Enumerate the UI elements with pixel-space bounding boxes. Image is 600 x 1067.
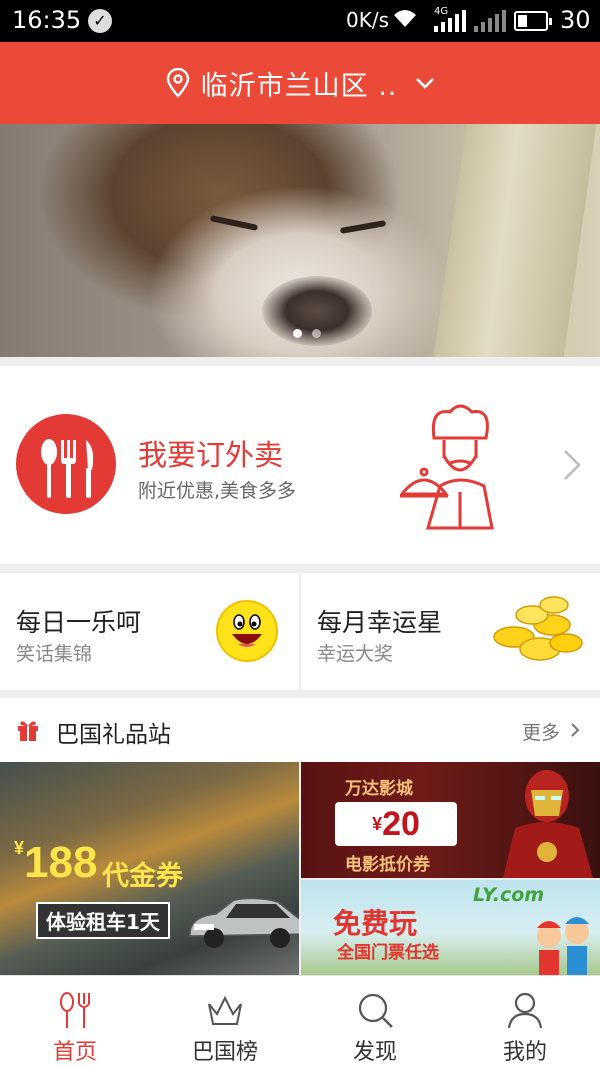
promo-price: ¥20 (335, 802, 457, 846)
chevron-right-icon (564, 450, 581, 480)
wifi-icon (392, 7, 418, 35)
tab-label: 发现 (352, 1040, 397, 1065)
promo-free-tickets[interactable]: LY.com 免费玩 全国门票任选 (301, 880, 600, 975)
status-bar: 16:35 ✓ 0K/s 4G 30 (0, 0, 600, 42)
promo-logo: LY.com (473, 884, 545, 906)
promo-title: 免费玩 (333, 907, 418, 940)
puppy-eye (339, 220, 387, 234)
tile-daily-joke[interactable]: 每日一乐呵 笑话集锦 (0, 573, 299, 690)
food-home-icon (60, 992, 90, 1028)
banner-carousel[interactable] (0, 124, 600, 357)
tile-subtitle: 幸运大奖 (317, 643, 394, 665)
carousel-dots (293, 329, 321, 338)
status-time: 16:35 (12, 6, 82, 34)
tab-label: 我的 (502, 1040, 547, 1065)
gift-icon (18, 721, 38, 741)
tile-title: 每月幸运星 (317, 608, 443, 637)
tab-ranking[interactable]: 巴国榜 (150, 976, 300, 1067)
user-icon (507, 992, 543, 1029)
chef-icon (400, 404, 494, 530)
takeout-subtitle: 附近优惠,美食多多 (138, 480, 297, 502)
puppy-eye (209, 215, 259, 231)
net-speed: 0K/s (346, 8, 389, 32)
signal-icon (434, 10, 466, 32)
bottom-tab-bar: 首页 巴国榜 发现 我的 (0, 975, 600, 1067)
iron-man-icon (503, 770, 593, 878)
chevron-down-icon (416, 78, 435, 89)
gift-section-header: 巴国礼品站 更多 (0, 698, 600, 762)
promo-car-rental[interactable]: ¥188 代金券 体验租车1天 (0, 762, 299, 975)
crown-icon (208, 995, 242, 1025)
more-link[interactable]: 更多 (522, 718, 560, 745)
tab-label: 首页 (52, 1040, 97, 1065)
battery-level: 30 (560, 6, 591, 34)
promo-brand: 万达影城 (345, 779, 413, 799)
promo-voucher-label: 代金券 (102, 861, 183, 892)
feature-tiles: 每日一乐呵 笑话集锦 每月幸运星 幸运大奖 (0, 573, 600, 690)
promo-tag: 体验租车1天 (36, 902, 170, 939)
battery-icon (514, 11, 552, 31)
banner-pole (433, 124, 597, 357)
promo-price: ¥188 (14, 838, 98, 887)
carousel-dot (312, 329, 321, 338)
tab-profile[interactable]: 我的 (450, 976, 600, 1067)
promo-desc: 全国门票任选 (337, 943, 439, 963)
carousel-dot-active (293, 329, 302, 338)
smiley-face-icon (216, 600, 278, 662)
kids-illustration-icon (537, 917, 589, 975)
takeout-title: 我要订外卖 (138, 438, 284, 472)
search-icon (358, 993, 393, 1028)
tab-home[interactable]: 首页 (0, 976, 150, 1067)
promo-desc: 电影抵价券 (345, 855, 430, 875)
takeout-card[interactable]: 我要订外卖 附近优惠,美食多多 (0, 366, 600, 564)
location-label: 临沂市兰山区 .. (200, 70, 398, 102)
check-icon: ✓ (88, 9, 112, 33)
location-pin-icon (166, 68, 189, 98)
signal-icon-secondary (474, 10, 506, 32)
gold-coins-icon (493, 596, 583, 661)
car-icon (189, 897, 299, 948)
gift-section-title: 巴国礼品站 (56, 722, 171, 748)
tile-title: 每日一乐呵 (16, 608, 142, 637)
promo-movie-voucher[interactable]: 万达影城 ¥20 电影抵价券 (301, 762, 600, 878)
location-header[interactable]: 临沂市兰山区 .. (0, 42, 600, 124)
tile-subtitle: 笑话集锦 (16, 643, 93, 665)
tab-label: 巴国榜 (191, 1040, 258, 1065)
fork-knife-spoon-icon (16, 414, 116, 514)
chevron-right-icon (571, 723, 580, 737)
tab-discover[interactable]: 发现 (300, 976, 450, 1067)
